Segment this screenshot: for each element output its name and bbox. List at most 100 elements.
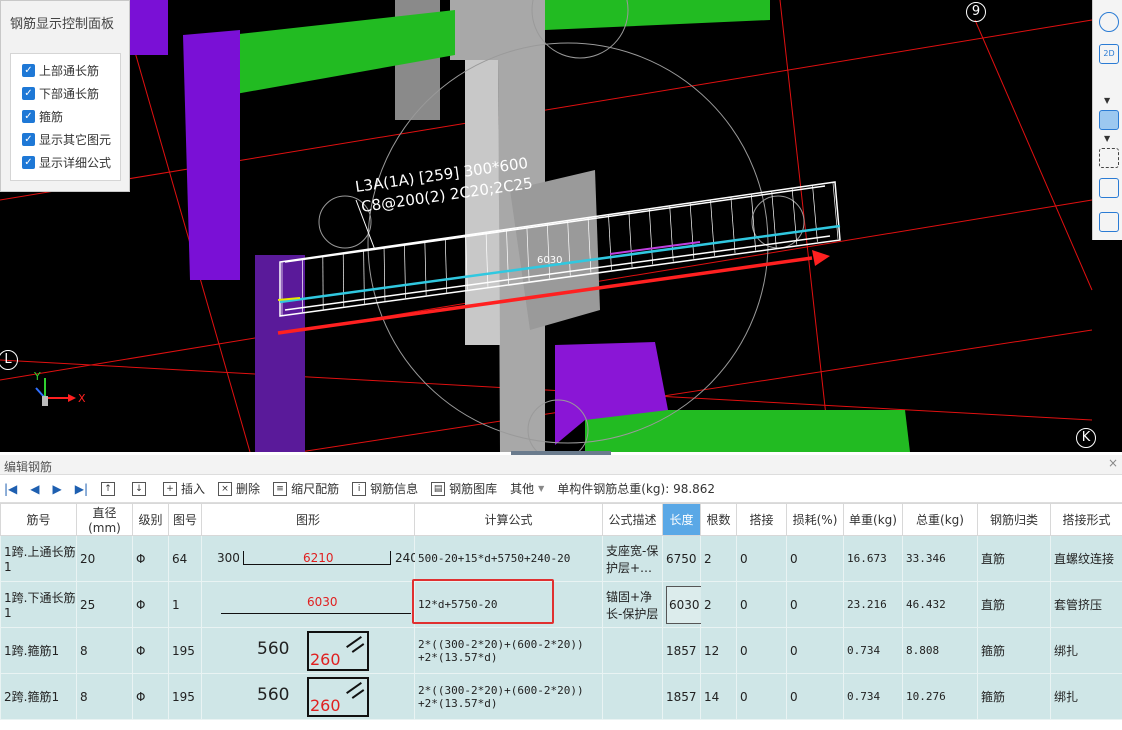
cell-category[interactable]: 箍筋 <box>977 627 1051 674</box>
chevron-down-icon[interactable]: ▼ <box>1104 96 1110 105</box>
cell-count[interactable]: 14 <box>700 673 737 720</box>
cell-desc[interactable]: 锚固+净长-保护层 <box>602 581 663 628</box>
cell-unit-weight[interactable]: 16.673 <box>843 535 903 582</box>
cell-figure-no[interactable]: 195 <box>168 673 202 720</box>
option-top-rebar[interactable]: ✓ 上部通长筋 <box>11 59 120 82</box>
cell-shape[interactable]: 6030 <box>201 581 415 628</box>
cell-lap-type[interactable]: 套管挤压 <box>1050 581 1122 628</box>
2d-view-icon[interactable]: 2D <box>1099 44 1119 64</box>
move-up-icon[interactable]: ↑ <box>101 481 119 496</box>
option-show-other[interactable]: ✓ 显示其它图元 <box>11 128 120 151</box>
cell-lap-type[interactable]: 直螺纹连接 <box>1050 535 1122 582</box>
col-header[interactable]: 根数 <box>700 503 737 536</box>
cell-category[interactable]: 直筋 <box>977 535 1051 582</box>
cell-total-weight[interactable]: 10.276 <box>902 673 978 720</box>
table-row[interactable]: 1跨.箍筋1 8 Φ 195 560 260 2*((300-2*20)+(60… <box>0 627 1122 674</box>
col-header[interactable]: 筋号 <box>0 503 77 536</box>
prev-record-icon[interactable]: ◀ <box>30 482 39 496</box>
move-down-icon[interactable]: ↓ <box>132 481 150 496</box>
cell-loss[interactable]: 0 <box>786 673 844 720</box>
cell-unit-weight[interactable]: 0.734 <box>843 673 903 720</box>
cell-category[interactable]: 箍筋 <box>977 673 1051 720</box>
cell-lap[interactable]: 0 <box>736 581 787 628</box>
fit-view-icon[interactable] <box>1099 148 1119 168</box>
list-settings-icon[interactable] <box>1099 212 1119 232</box>
cell-lap[interactable]: 0 <box>736 673 787 720</box>
cell-figure-no[interactable]: 195 <box>168 627 202 674</box>
cell-count[interactable]: 2 <box>700 581 737 628</box>
checkbox-icon[interactable]: ✓ <box>22 133 35 146</box>
cell-name[interactable]: 2跨.箍筋1 <box>0 673 77 720</box>
cell-lap-type[interactable]: 绑扎 <box>1050 673 1122 720</box>
col-header[interactable]: 钢筋归类 <box>977 503 1051 536</box>
cell-loss[interactable]: 0 <box>786 581 844 628</box>
3d-viewport[interactable]: L3A(1A) [259] 300*600 C8@200(2) 2C20;2C2… <box>0 0 1122 452</box>
checkbox-icon[interactable]: ✓ <box>22 87 35 100</box>
col-header[interactable]: 损耗(%) <box>786 503 844 536</box>
cell-formula[interactable]: 12*d+5750-20 <box>412 579 603 628</box>
col-header[interactable]: 图号 <box>168 503 202 536</box>
insert-button[interactable]: + 插入 <box>163 480 205 497</box>
cell-count[interactable]: 12 <box>700 627 737 674</box>
cell-lap[interactable]: 0 <box>736 627 787 674</box>
checkbox-icon[interactable]: ✓ <box>22 64 35 77</box>
col-header[interactable]: 长度 <box>662 503 701 536</box>
close-icon[interactable]: × <box>1108 456 1118 470</box>
col-header[interactable]: 搭接形式 <box>1050 503 1122 536</box>
cell-category[interactable]: 直筋 <box>977 581 1051 628</box>
col-header[interactable]: 级别 <box>132 503 169 536</box>
cell-grade[interactable]: Φ <box>132 673 169 720</box>
cell-diameter[interactable]: 8 <box>76 673 133 720</box>
rebar-info-button[interactable]: i 钢筋信息 <box>352 480 418 497</box>
cell-desc[interactable]: 支座宽-保护层+… <box>602 535 663 582</box>
cell-figure-no[interactable]: 1 <box>168 581 202 628</box>
table-row[interactable]: 1跨.下通长筋1 25 Φ 1 6030 12*d+5750-20 锚固+净长-… <box>0 579 1122 628</box>
table-row[interactable]: 1跨.上通长筋1 20 Φ 64 300 6210 240 500-20+15*… <box>0 535 1122 582</box>
cell-loss[interactable]: 0 <box>786 535 844 582</box>
col-header[interactable]: 图形 <box>201 503 415 536</box>
option-stirrup[interactable]: ✓ 箍筋 <box>11 105 120 128</box>
cell-formula[interactable]: 2*((300-2*20)+(600-2*20)) +2*(13.57*d) <box>414 627 603 674</box>
cell-total-weight[interactable]: 33.346 <box>902 535 978 582</box>
last-record-icon[interactable]: ▶| <box>75 482 88 496</box>
cell-diameter[interactable]: 8 <box>76 627 133 674</box>
col-header[interactable]: 总重(kg) <box>902 503 978 536</box>
option-bottom-rebar[interactable]: ✓ 下部通长筋 <box>11 82 120 105</box>
col-header[interactable]: 单重(kg) <box>843 503 903 536</box>
cell-name[interactable]: 1跨.上通长筋1 <box>0 535 77 582</box>
delete-button[interactable]: × 删除 <box>218 480 260 497</box>
table-row[interactable]: 2跨.箍筋1 8 Φ 195 560 260 2*((300-2*20)+(60… <box>0 673 1122 720</box>
cell-grade[interactable]: Φ <box>132 581 169 628</box>
cube-select-icon[interactable] <box>1099 178 1119 198</box>
cell-length[interactable]: 1857 <box>662 673 701 720</box>
cell-desc[interactable] <box>602 627 663 674</box>
col-header[interactable]: 搭接 <box>736 503 787 536</box>
checkbox-icon[interactable]: ✓ <box>22 110 35 123</box>
cell-shape[interactable]: 560 260 <box>201 627 415 674</box>
cell-name[interactable]: 1跨.箍筋1 <box>0 627 77 674</box>
cell-figure-no[interactable]: 64 <box>168 535 202 582</box>
cell-formula[interactable]: 2*((300-2*20)+(600-2*20)) +2*(13.57*d) <box>414 673 603 720</box>
checkbox-icon[interactable]: ✓ <box>22 156 35 169</box>
col-header[interactable]: 公式描述 <box>602 503 663 536</box>
cell-length[interactable]: 1857 <box>662 627 701 674</box>
3d-box-icon[interactable] <box>1099 110 1119 130</box>
cell-unit-weight[interactable]: 0.734 <box>843 627 903 674</box>
cell-unit-weight[interactable]: 23.216 <box>843 581 903 628</box>
cell-loss[interactable]: 0 <box>786 627 844 674</box>
cell-total-weight[interactable]: 8.808 <box>902 627 978 674</box>
cell-shape[interactable]: 560 260 <box>201 673 415 720</box>
col-header[interactable]: 直径(mm) <box>76 503 133 536</box>
cell-formula[interactable]: 500-20+15*d+5750+240-20 <box>414 535 603 582</box>
cell-diameter[interactable]: 20 <box>76 535 133 582</box>
next-record-icon[interactable]: ▶ <box>53 482 62 496</box>
cell-length[interactable]: 6750 <box>662 535 701 582</box>
option-show-formula[interactable]: ✓ 显示详细公式 <box>11 151 120 174</box>
length-selected[interactable]: 6030 <box>666 585 703 624</box>
scale-rebar-button[interactable]: ≡ 缩尺配筋 <box>273 480 339 497</box>
rebar-library-button[interactable]: ▤ 钢筋图库 <box>431 480 497 497</box>
cell-lap-type[interactable]: 绑扎 <box>1050 627 1122 674</box>
first-record-icon[interactable]: |◀ <box>4 482 17 496</box>
cell-name[interactable]: 1跨.下通长筋1 <box>0 581 77 628</box>
cell-grade[interactable]: Φ <box>132 627 169 674</box>
